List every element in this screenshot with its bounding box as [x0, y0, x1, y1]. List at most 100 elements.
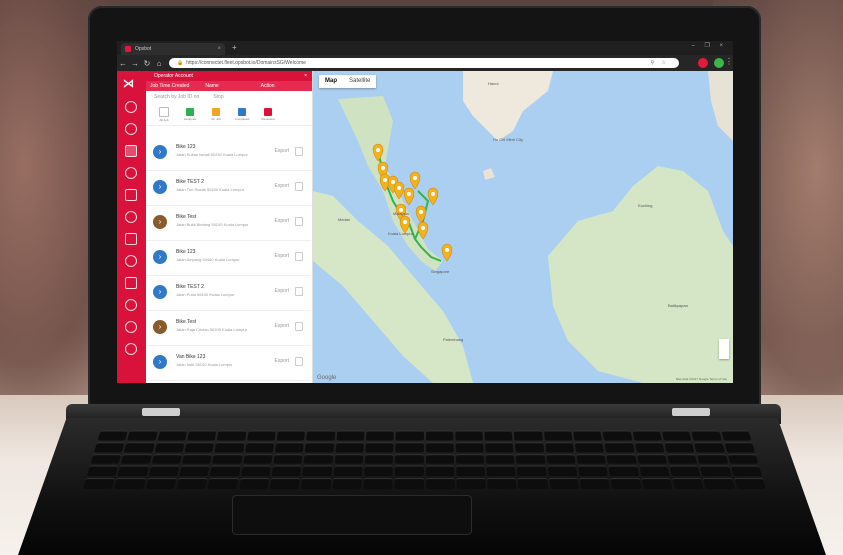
- forward-icon[interactable]: →: [129, 59, 141, 68]
- reload-icon[interactable]: ↻: [141, 59, 153, 68]
- keyboard-key: [573, 430, 603, 441]
- nav-config-icon[interactable]: [125, 321, 137, 333]
- job-row[interactable]: › Bike TEST 2 Jalan Tun Razak 50400 Kuala …: [146, 170, 311, 206]
- map-type-tabs: Map Satellite: [319, 75, 377, 88]
- keyboard-key: [576, 453, 607, 465]
- job-edit-icon[interactable]: [295, 287, 303, 296]
- panel-close-icon[interactable]: ×: [304, 71, 307, 81]
- job-export-link[interactable]: Export: [275, 148, 289, 154]
- keyboard-key: [394, 465, 424, 477]
- hinge-right: [672, 408, 710, 416]
- stop-label[interactable]: Stop: [213, 94, 223, 100]
- nav-clock-icon[interactable]: [125, 167, 137, 179]
- keyboard-key: [333, 465, 363, 477]
- nav-power-icon[interactable]: [125, 343, 137, 355]
- filter-1[interactable]: Assigned: [180, 107, 200, 121]
- job-row[interactable]: › Bike Test Jalan Raja Chulan 50200 Kuala …: [146, 310, 311, 346]
- keyboard-key: [274, 442, 305, 453]
- keyboard-key: [661, 430, 692, 441]
- keyboard-key: [86, 465, 119, 477]
- job-export-link[interactable]: Export: [275, 183, 289, 189]
- new-tab-button[interactable]: +: [232, 43, 237, 53]
- job-row[interactable]: › Bike TEST 2 Jalan Pudu 55100 Kuala Lumpu…: [146, 275, 311, 311]
- job-export-link[interactable]: Export: [275, 218, 289, 224]
- nav-jobs-icon[interactable]: [125, 145, 137, 157]
- keyboard-key: [425, 442, 454, 453]
- nav-document-icon[interactable]: [125, 189, 137, 201]
- job-export-link[interactable]: Export: [275, 358, 289, 364]
- status-filters: All Job Assigned On Job Completed Reviewed: [146, 103, 312, 126]
- job-marker-icon[interactable]: [427, 187, 439, 206]
- column-action[interactable]: Action: [257, 81, 312, 91]
- nav-vehicle-icon[interactable]: [125, 277, 137, 289]
- url-input[interactable]: 🔒 https://connectet.fleet.opsbot.io/Domai…: [169, 58, 679, 68]
- search-input[interactable]: Search by Job ID no: [154, 94, 199, 100]
- map-view[interactable]: Map Satellite Hanoi Ho Chi Minh City Mal…: [313, 71, 733, 383]
- keyboard-key: [303, 453, 333, 465]
- extension-green-icon[interactable]: [714, 58, 724, 68]
- job-address: Jalan Ampang 50450 Kuala Lumpur: [176, 257, 240, 262]
- job-marker-icon[interactable]: [409, 171, 421, 190]
- keyboard-key: [547, 465, 578, 477]
- browser-menu-icon[interactable]: ⋮: [725, 57, 733, 66]
- job-edit-icon[interactable]: [295, 217, 303, 226]
- filter-2[interactable]: On Job: [206, 107, 226, 121]
- keyboard-key: [456, 465, 486, 477]
- window-controls[interactable]: – ❐ ×: [691, 42, 727, 49]
- column-name[interactable]: Name: [201, 81, 256, 91]
- job-edit-icon[interactable]: [295, 322, 303, 331]
- job-edit-icon[interactable]: [295, 182, 303, 191]
- job-edit-icon[interactable]: [295, 147, 303, 156]
- url-actions[interactable]: ⚲ ☆: [650, 58, 669, 68]
- filter-3[interactable]: Completed: [232, 107, 252, 121]
- job-export-link[interactable]: Export: [275, 253, 289, 259]
- keyboard-key: [636, 453, 668, 465]
- keyboard-key: [730, 465, 763, 477]
- keyboard-key: [664, 442, 695, 453]
- job-marker-icon[interactable]: [403, 187, 415, 206]
- job-edit-icon[interactable]: [295, 252, 303, 261]
- home-icon[interactable]: ⌂: [153, 59, 165, 68]
- nav-location-icon[interactable]: [125, 255, 137, 267]
- job-marker-icon[interactable]: [441, 243, 453, 262]
- keyboard-key: [82, 478, 115, 489]
- column-time[interactable]: Job Time Created: [146, 81, 201, 91]
- keyboard-key: [187, 430, 217, 441]
- keyboard-key: [724, 442, 755, 453]
- job-edit-icon[interactable]: [295, 357, 303, 366]
- nav-team-icon[interactable]: [125, 299, 137, 311]
- keyboard-key: [90, 453, 122, 465]
- job-export-link[interactable]: Export: [275, 323, 289, 329]
- job-export-link[interactable]: Export: [275, 288, 289, 294]
- map-terms[interactable]: Map data ©2017 Google Terms of Use: [676, 377, 727, 381]
- job-name: Bike 123: [176, 144, 196, 150]
- keyboard-key: [395, 453, 424, 465]
- job-address: Jalan Sultan Ismail 50250 Kuala Lumpur: [176, 152, 248, 157]
- zoom-control[interactable]: [719, 339, 729, 359]
- nav-user-icon[interactable]: [125, 123, 137, 135]
- job-row[interactable]: › Bike 123 Jalan Sultan Ismail 50250 Kuala…: [146, 135, 311, 171]
- nav-settings-icon[interactable]: [125, 101, 137, 113]
- job-row[interactable]: › Van Bike 123 Jalan Imbi 55100 Kuala Lump…: [146, 345, 311, 381]
- job-row[interactable]: › Bike 123 Jalan Ampang 50450 Kuala Lumpur…: [146, 240, 311, 276]
- filter-4[interactable]: Reviewed: [258, 107, 278, 121]
- back-icon[interactable]: ←: [117, 59, 129, 68]
- extension-red-icon[interactable]: [698, 58, 708, 68]
- map-canvas: [313, 71, 733, 383]
- job-marker-icon[interactable]: [415, 205, 427, 224]
- tab-satellite[interactable]: Satellite: [343, 75, 376, 88]
- search-row[interactable]: Search by Job ID no Stop: [146, 91, 312, 103]
- browser-tab[interactable]: Opsbot ×: [121, 43, 225, 55]
- keyboard-key: [518, 478, 549, 489]
- tab-close-icon[interactable]: ×: [217, 46, 221, 52]
- map-label-palembang: Palembang: [443, 337, 464, 342]
- nav-report-icon[interactable]: [125, 233, 137, 245]
- tab-map[interactable]: Map: [319, 75, 343, 88]
- nav-route-icon[interactable]: [125, 211, 137, 223]
- job-row[interactable]: › Bike Test Jalan Bukit Bintang 55100 Kual…: [146, 205, 311, 241]
- keyboard-key: [334, 453, 364, 465]
- map-label-hanoi: Hanoi: [488, 81, 499, 86]
- keyboard-key: [669, 465, 701, 477]
- filter-0[interactable]: All Job: [154, 106, 174, 122]
- keyboard-key: [244, 442, 275, 453]
